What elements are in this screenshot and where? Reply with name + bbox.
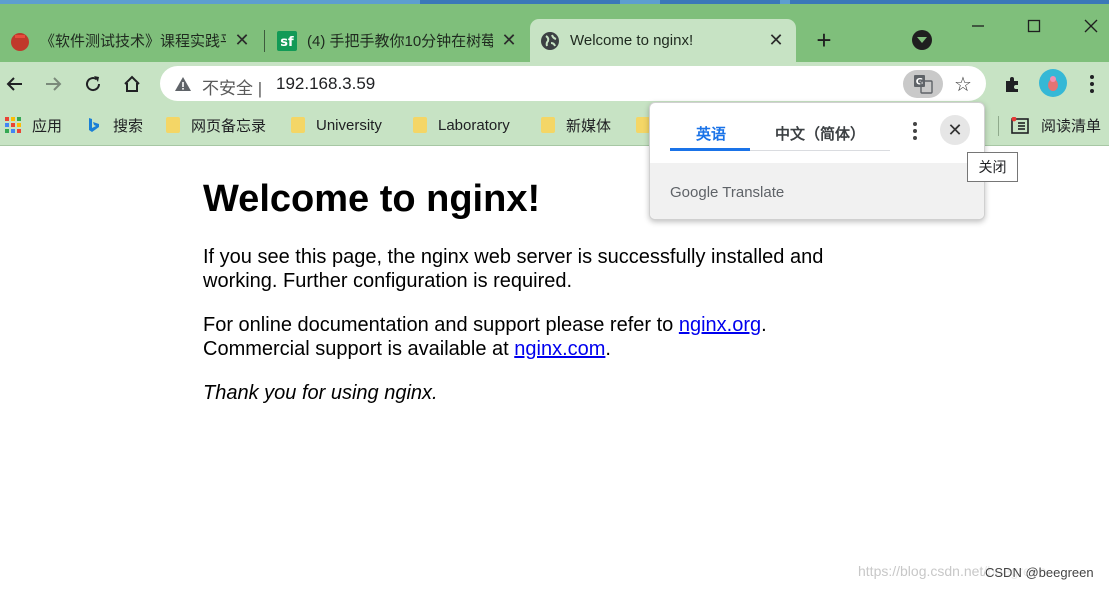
address-bar[interactable]: 不安全 | 192.168.3.59 G ☆: [160, 66, 986, 101]
close-tooltip: 关闭: [967, 152, 1018, 182]
sf-logo-icon: sf: [277, 30, 297, 51]
install-message: If you see this page, the nginx web serv…: [203, 246, 824, 292]
tab-strip: 《软件测试技术》课程实践平 ✕ sf (4) 手把手教你10分钟在树莓 ✕ We…: [0, 0, 1109, 62]
tab-raspberry-tutorial[interactable]: sf (4) 手把手教你10分钟在树莓 ✕: [267, 19, 529, 62]
bookmark-new-media[interactable]: 新媒体: [541, 114, 611, 136]
bookmark-label: University: [316, 116, 382, 134]
tab-welcome-nginx[interactable]: Welcome to nginx! ✕: [530, 19, 796, 62]
tab-source-language[interactable]: 英语: [696, 123, 726, 144]
docs-text: .: [605, 338, 611, 360]
close-window-icon[interactable]: [1076, 12, 1106, 40]
bookmark-search[interactable]: 搜索: [86, 114, 143, 136]
bookmark-apps[interactable]: 应用: [5, 114, 62, 136]
bookmark-label: Laboratory: [438, 116, 510, 134]
bookmark-reading-list[interactable]: 阅读清单: [1011, 114, 1101, 136]
reading-list-icon: [1011, 116, 1029, 134]
security-status-label[interactable]: 不安全 |: [202, 74, 262, 99]
svg-text:G: G: [916, 78, 923, 88]
globe-icon: [540, 31, 560, 51]
close-tab-icon[interactable]: ✕: [499, 30, 519, 51]
nginx-com-link[interactable]: nginx.com: [514, 338, 605, 360]
top-border-segment: [420, 0, 620, 4]
tab-separator: [264, 30, 265, 52]
url-text[interactable]: 192.168.3.59: [276, 74, 375, 94]
home-icon[interactable]: [117, 69, 147, 99]
browser-menu-icon[interactable]: [1082, 71, 1102, 97]
top-border-segment: [660, 0, 780, 4]
folder-icon: [413, 117, 427, 133]
translate-options-icon[interactable]: [908, 121, 922, 141]
not-secure-warning-icon[interactable]: [174, 75, 192, 93]
tab-title: 《软件测试技术》课程实践平: [40, 33, 226, 50]
selected-tab-indicator: [670, 148, 750, 151]
bing-logo-icon: [86, 117, 102, 133]
minimize-window-icon[interactable]: [963, 12, 993, 40]
csdn-credit: CSDN @beegreen: [985, 565, 1094, 580]
close-tab-icon[interactable]: ✕: [766, 30, 786, 51]
tab-title: Welcome to nginx!: [570, 32, 694, 49]
apps-grid-icon: [5, 117, 21, 133]
folder-icon: [291, 117, 305, 133]
new-tab-button[interactable]: +: [810, 25, 838, 55]
red-round-logo-icon: [10, 31, 30, 51]
tab-search-icon[interactable]: [912, 30, 932, 50]
close-icon[interactable]: ✕: [940, 115, 970, 145]
bookmark-label: 搜索: [113, 117, 144, 135]
close-tab-icon[interactable]: ✕: [232, 30, 252, 51]
tab-target-language[interactable]: 中文（简体）: [775, 123, 865, 144]
folder-icon: [541, 117, 555, 133]
reload-icon[interactable]: [78, 69, 108, 99]
bookmark-label: 阅读清单: [1041, 117, 1102, 135]
bookmark-label: 网页备忘录: [191, 117, 267, 135]
bookmark-label: 应用: [32, 117, 63, 135]
nginx-org-link[interactable]: nginx.org: [679, 314, 761, 336]
maximize-window-icon[interactable]: [1019, 12, 1049, 40]
tab-title: (4) 手把手教你10分钟在树莓: [307, 33, 493, 50]
forward-icon[interactable]: [38, 69, 68, 99]
translate-popup: 英语 中文（简体） ✕ Google Translate: [649, 102, 985, 220]
translate-icon[interactable]: G: [903, 70, 943, 98]
folder-icon: [636, 117, 650, 133]
bookmark-star-icon[interactable]: ☆: [950, 71, 976, 97]
docs-text: For online documentation and support ple…: [203, 314, 679, 336]
window-top-border: [0, 0, 1109, 4]
back-icon[interactable]: [0, 69, 30, 99]
thanks-message: Thank you for using nginx.: [203, 381, 903, 405]
bookmark-university[interactable]: University: [291, 114, 382, 136]
bookmark-label: 新媒体: [566, 117, 612, 135]
svg-text:sf: sf: [280, 35, 294, 50]
docs-paragraph: For online documentation and support ple…: [203, 313, 903, 361]
docs-text: .: [761, 314, 767, 336]
bookmark-laboratory[interactable]: Laboratory: [413, 114, 510, 136]
bookmark-web-memo[interactable]: 网页备忘录: [166, 114, 266, 136]
tab-course-platform[interactable]: 《软件测试技术》课程实践平 ✕: [0, 19, 262, 62]
extensions-puzzle-icon[interactable]: [1000, 71, 1026, 97]
folder-icon: [166, 117, 180, 133]
profile-avatar[interactable]: [1039, 69, 1067, 97]
translate-language-tabs: 英语 中文（简体）: [670, 103, 890, 151]
thanks-text: Thank you for using nginx.: [203, 382, 438, 404]
google-translate-brand: Google Translate: [670, 184, 785, 201]
docs-text: Commercial support is available at: [203, 338, 515, 360]
bookmarks-divider: [998, 116, 999, 136]
translate-footer: Google Translate: [650, 163, 984, 219]
top-border-segment: [790, 0, 1109, 4]
browser-toolbar: 不安全 | 192.168.3.59 G ☆: [0, 62, 1109, 106]
